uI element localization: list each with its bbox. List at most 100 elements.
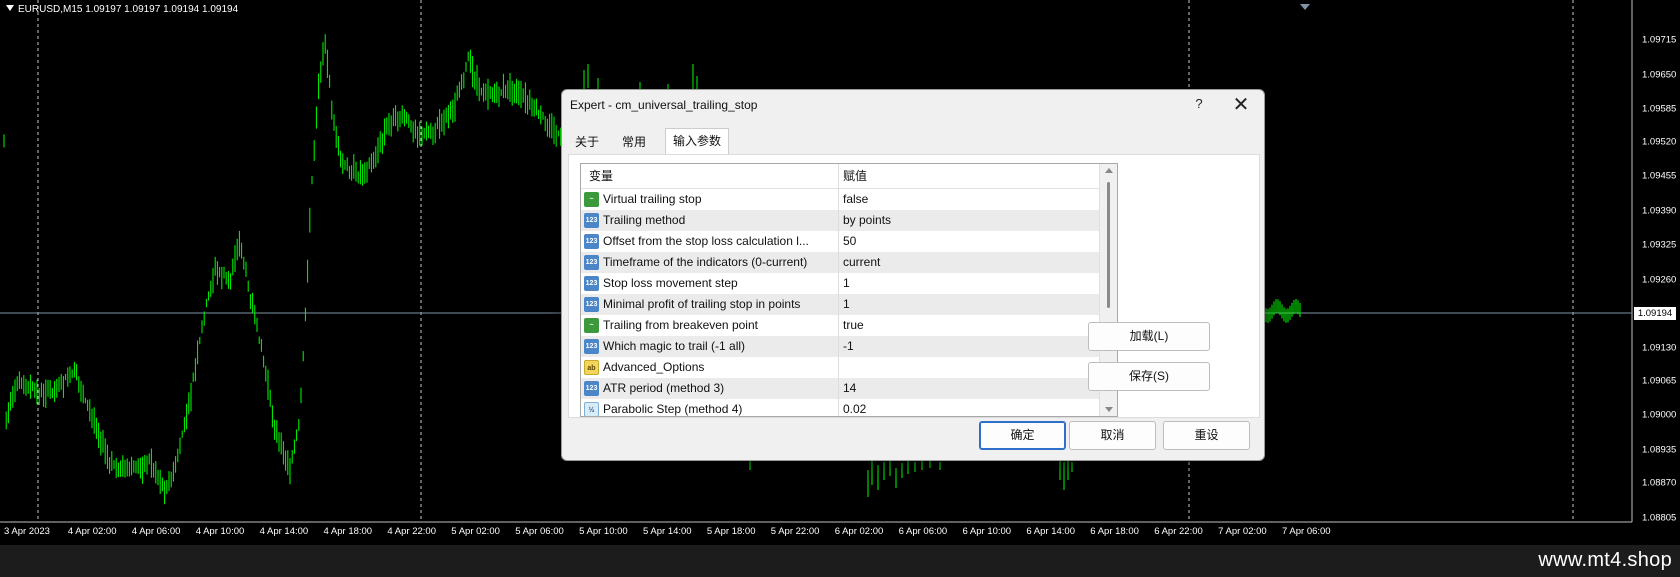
time-tick-label: 6 Apr 22:00 [1154,526,1203,537]
grid-header: 变量 赋值 [581,164,1099,189]
parameter-row[interactable]: 123 Offset from the stop loss calculation… [581,231,1099,252]
parameter-row[interactable]: 123 Which magic to trail (-1 all) -1 [581,336,1099,357]
parameter-row[interactable]: ~ Virtual trailing stop false [581,189,1099,210]
expert-properties-dialog: Expert - cm_universal_trailing_stop ? ✕ … [561,89,1265,461]
time-tick-label: 5 Apr 22:00 [770,526,820,537]
cell-divider [838,336,839,357]
collapse-triangle-icon[interactable] [6,5,14,11]
parameter-value[interactable]: 14 [843,378,856,399]
price-tick-label: 1.09065 [1642,375,1677,387]
cell-divider [838,378,839,399]
cell-divider [838,315,839,336]
tab-common[interactable]: 常用 [612,130,656,154]
parameter-name: Minimal profit of trailing stop in point… [603,297,801,311]
price-tick-label: 1.09260 [1642,274,1677,286]
int-icon: 123 [584,276,599,291]
time-tick-label: 3 Apr 2023 [4,526,50,537]
cell-divider [838,399,839,416]
parameter-row[interactable]: 123 Trailing method by points [581,210,1099,231]
parameter-value[interactable]: true [843,315,864,336]
price-tick-label: 1.09455 [1642,170,1677,182]
price-tick-label: 1.09715 [1642,34,1677,46]
price-tick-label: 1.09000 [1642,409,1677,421]
time-tick-label: 5 Apr 06:00 [515,526,564,537]
parameter-row[interactable]: ~ Trailing from breakeven point true [581,315,1099,336]
chart-symbol-info: EURUSD,M15 1.09197 1.09197 1.09194 1.091… [18,4,239,15]
cell-divider [838,294,839,315]
cell-divider [838,357,839,378]
ok-button[interactable]: 确定 [979,421,1066,450]
parameter-value[interactable]: -1 [843,336,854,357]
parameter-row[interactable]: 123 Minimal profit of trailing stop in po… [581,294,1099,315]
load-button[interactable]: 加载(L) [1088,322,1210,351]
time-tick-label: 6 Apr 02:00 [834,526,884,537]
time-tick-label: 6 Apr 06:00 [898,526,948,537]
int-icon: 123 [584,213,599,228]
price-tick-label: 1.08805 [1642,512,1677,524]
help-button[interactable]: ? [1191,96,1207,111]
close-button[interactable]: ✕ [1229,92,1253,117]
cancel-button[interactable]: 取消 [1069,421,1156,450]
dialog-title: Expert - cm_universal_trailing_stop [570,98,758,112]
parameter-name: Parabolic Step (method 4) [603,402,743,416]
int-icon: 123 [584,297,599,312]
time-tick-label: 6 Apr 14:00 [1026,526,1075,537]
parameter-value[interactable]: 50 [843,231,856,252]
save-button[interactable]: 保存(S) [1088,362,1210,391]
time-tick-label: 7 Apr 06:00 [1282,526,1331,537]
int-icon: 123 [584,234,599,249]
price-tick-label: 1.09585 [1642,103,1677,115]
reset-button[interactable]: 重设 [1163,421,1250,450]
scroll-down-icon[interactable] [1105,407,1113,412]
current-price-label: 1.09194 [1634,307,1676,320]
price-tick-label: 1.08935 [1642,444,1677,456]
bool-icon: ~ [584,192,599,207]
parameter-name: Stop loss movement step [603,276,738,290]
tab-input-parameters[interactable]: 输入参数 [665,128,729,156]
price-tick-label: 1.09390 [1642,205,1677,217]
parameter-row[interactable]: 123 ATR period (method 3) 14 [581,378,1099,399]
parameter-name: ATR period (method 3) [603,381,725,395]
parameter-name: Which magic to trail (-1 all) [603,339,746,353]
parameter-value[interactable]: 1 [843,273,850,294]
parameter-value[interactable]: 0.02 [843,399,866,416]
int-icon: 123 [584,255,599,270]
parameter-row[interactable]: ab Advanced_Options [581,357,1099,378]
scrollbar-thumb[interactable] [1107,182,1110,308]
bool-icon: ~ [584,318,599,333]
time-tick-label: 4 Apr 14:00 [259,526,309,537]
shift-marker-icon [1300,4,1310,10]
time-tick-label: 6 Apr 18:00 [1090,526,1139,537]
int-icon: 123 [584,381,599,396]
column-header-variable[interactable]: 变量 [589,164,613,188]
int-icon: 123 [584,339,599,354]
cell-divider [838,189,839,210]
parameter-row[interactable]: 123 Timeframe of the indicators (0-curren… [581,252,1099,273]
parameters-grid: 变量 赋值 ~ Virtual trailing stop false 123 Trai… [580,163,1118,417]
scroll-up-icon[interactable] [1105,168,1113,173]
time-tick-label: 5 Apr 18:00 [706,526,756,537]
double-icon: ½ [584,402,599,416]
parameter-value[interactable]: 1 [843,294,850,315]
parameter-value[interactable]: by points [843,210,891,231]
column-header-value[interactable]: 赋值 [843,164,867,188]
parameter-value[interactable]: false [843,189,868,210]
parameter-row[interactable]: ½ Parabolic Step (method 4) 0.02 [581,399,1099,416]
time-tick-label: 5 Apr 02:00 [451,526,500,537]
time-tick-label: 4 Apr 18:00 [323,526,373,537]
tab-about[interactable]: 关于 [570,130,604,154]
price-tick-label: 1.09325 [1642,239,1677,251]
cell-divider [838,210,839,231]
price-tick-label: 1.09130 [1642,342,1677,354]
cell-divider [838,273,839,294]
parameter-row[interactable]: 123 Stop loss movement step 1 [581,273,1099,294]
parameter-value[interactable]: current [843,252,880,273]
watermark-text: www.mt4.shop [1538,549,1672,571]
time-tick-label: 4 Apr 10:00 [195,526,245,537]
time-tick-label: 4 Apr 02:00 [67,526,117,537]
parameter-name: Timeframe of the indicators (0-current) [603,255,808,269]
column-divider[interactable] [838,164,839,188]
parameter-name: Virtual trailing stop [603,192,702,206]
parameter-name: Offset from the stop loss calculation l.… [603,234,809,248]
time-tick-label: 4 Apr 22:00 [387,526,436,537]
